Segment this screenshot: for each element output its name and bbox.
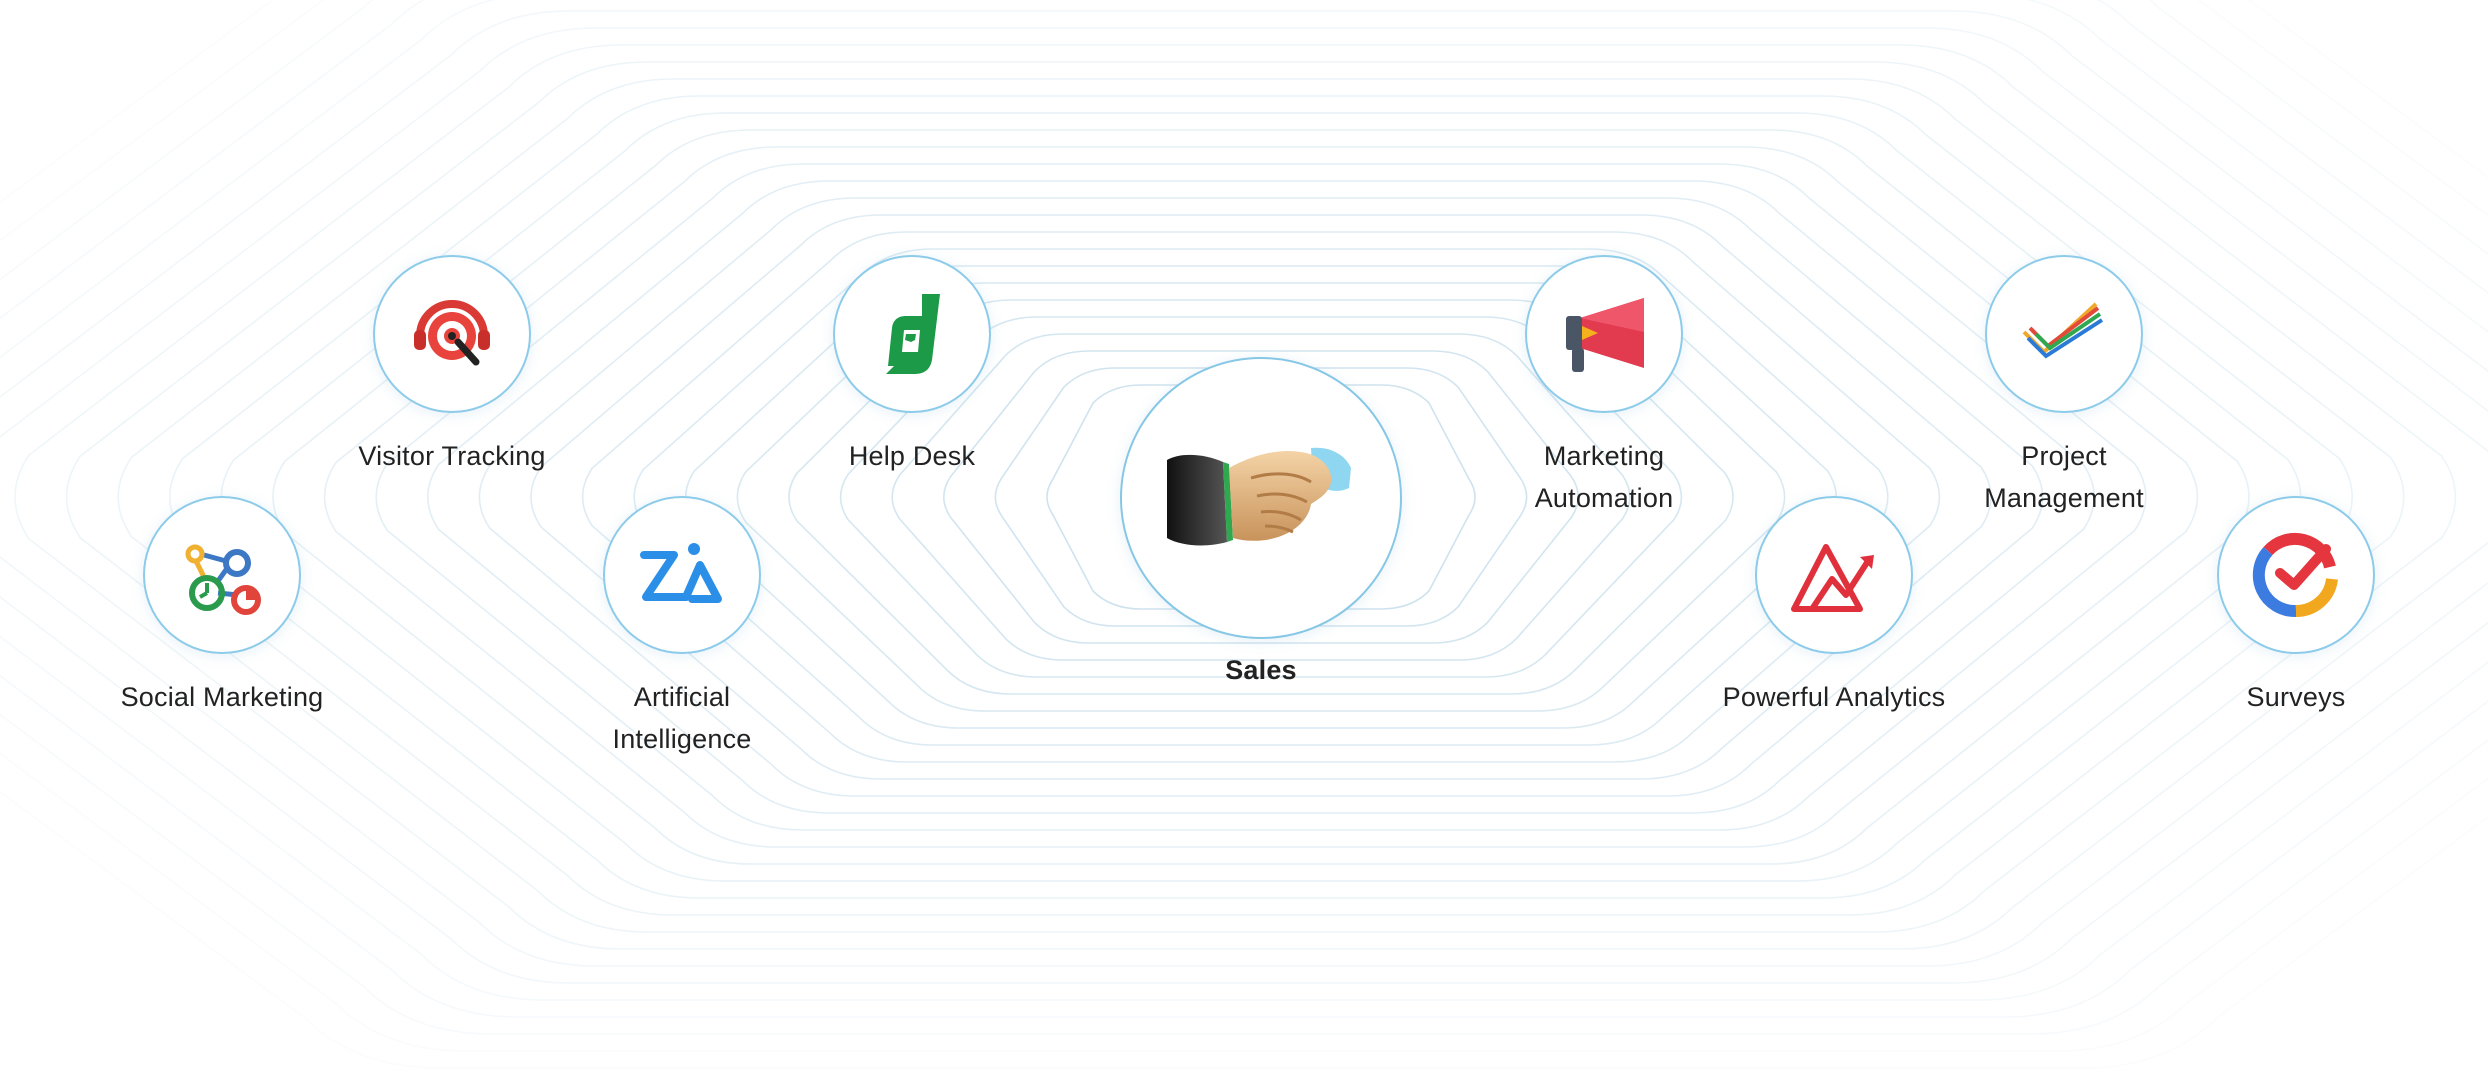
handshake-icon (1120, 357, 1402, 639)
label-powerful-analytics: Powerful Analytics (1722, 682, 1946, 712)
checkmark-icon (1985, 255, 2143, 413)
node-marketing-automation[interactable]: Marketing Automation (1374, 255, 1834, 519)
node-visitor-tracking[interactable]: Visitor Tracking (222, 255, 682, 477)
analytics-mountain-icon (1755, 496, 1913, 654)
node-surveys[interactable]: Surveys (2066, 496, 2488, 718)
zia-icon (603, 496, 761, 654)
node-powerful-analytics[interactable]: Powerful Analytics (1604, 496, 2064, 718)
label-sales: Sales (1225, 655, 1297, 685)
label-artificial-intelligence: Artificial Intelligence (612, 682, 752, 754)
node-social-marketing[interactable]: Social Marketing (0, 496, 452, 718)
label-social-marketing: Social Marketing (120, 682, 324, 712)
node-project-management[interactable]: Project Management (1834, 255, 2294, 519)
target-headset-icon (373, 255, 531, 413)
label-surveys: Surveys (2246, 682, 2346, 712)
node-artificial-intelligence[interactable]: Artificial Intelligence (452, 496, 912, 760)
social-network-icon (143, 496, 301, 654)
label-visitor-tracking: Visitor Tracking (358, 441, 546, 471)
survey-check-icon (2217, 496, 2375, 654)
desk-d-icon (833, 255, 991, 413)
megaphone-icon (1525, 255, 1683, 413)
integration-diagram: Social Marketing Visitor Tracking Artifi… (0, 0, 2488, 1072)
